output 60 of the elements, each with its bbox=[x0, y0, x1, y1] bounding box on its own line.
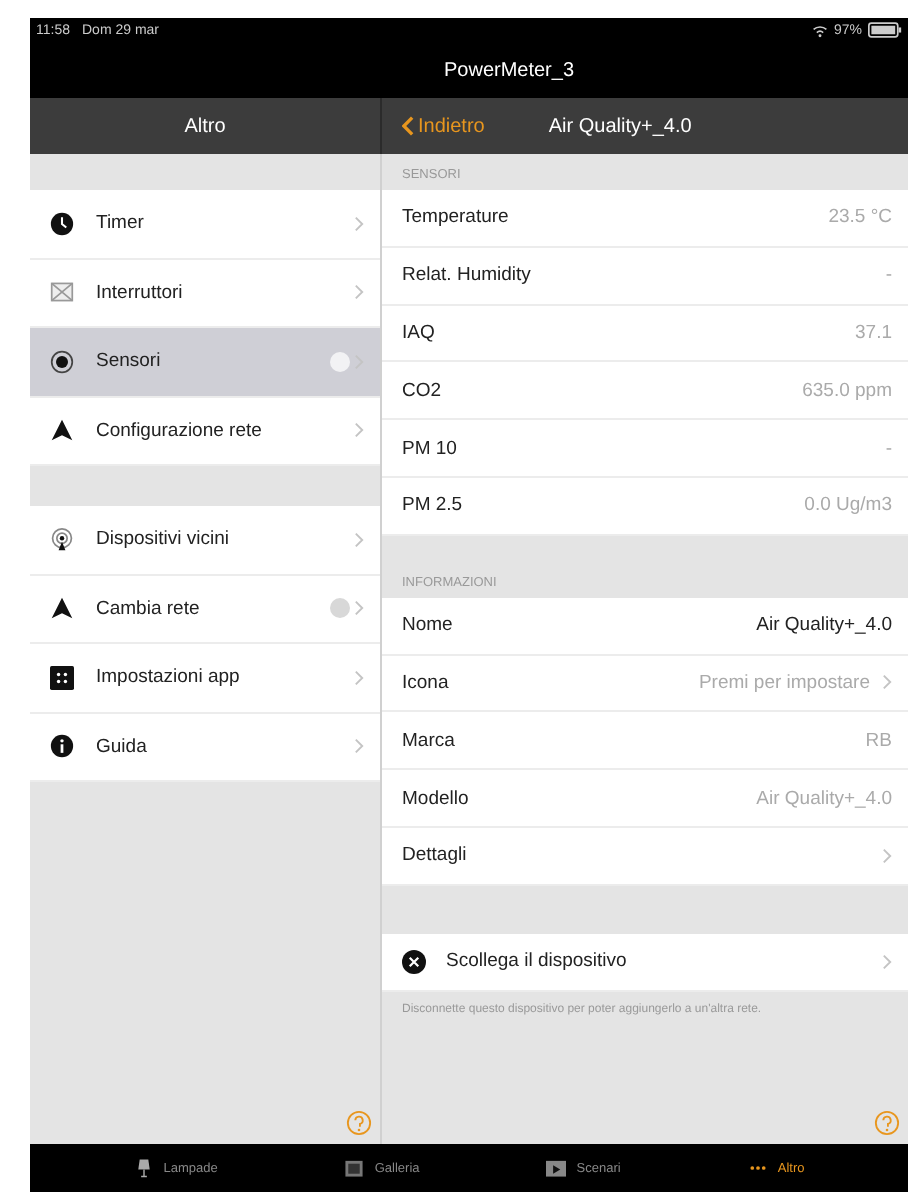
row-value: Premi per impostare bbox=[698, 671, 870, 694]
radar-icon bbox=[50, 349, 74, 374]
back-button[interactable]: Indietro bbox=[398, 111, 489, 141]
row-value: Air Quality+_4.0 bbox=[756, 787, 892, 810]
chevron-icon bbox=[354, 215, 364, 232]
clock-icon bbox=[50, 211, 74, 236]
menu-item[interactable]: Timer bbox=[30, 190, 380, 259]
chevron-icon bbox=[354, 669, 364, 686]
row-label: PM 10 bbox=[402, 437, 457, 460]
info-icon bbox=[50, 734, 74, 759]
arrow-icon bbox=[50, 418, 74, 443]
row-value: 23.5 °C bbox=[828, 206, 892, 229]
battery-icon bbox=[868, 22, 902, 38]
menu-item[interactable]: Impostazioni app bbox=[30, 644, 380, 713]
chevron-icon bbox=[354, 531, 364, 548]
chevron-icon bbox=[882, 953, 892, 970]
disconnect-row[interactable]: Scollega il dispositivo bbox=[382, 933, 908, 992]
chevron-icon bbox=[882, 847, 892, 864]
grid-icon bbox=[50, 665, 74, 690]
row-value: - bbox=[885, 437, 892, 460]
row-label: Nome bbox=[402, 614, 453, 637]
chevron-icon bbox=[354, 738, 364, 755]
row-value: 0.0 Ug/m3 bbox=[804, 494, 892, 517]
menu-item[interactable]: Configurazione rete bbox=[30, 397, 380, 466]
menu-item[interactable]: Cambia rete bbox=[30, 575, 380, 644]
chevron-icon bbox=[354, 422, 364, 439]
lamp-icon bbox=[133, 1158, 154, 1178]
row-label: Temperature bbox=[402, 206, 509, 229]
envelope-icon bbox=[50, 280, 74, 305]
row-label: Marca bbox=[402, 729, 455, 752]
row-value: 635.0 ppm bbox=[802, 379, 892, 402]
help-icon[interactable] bbox=[874, 1110, 900, 1136]
chevron-icon bbox=[882, 674, 892, 691]
row-value: RB bbox=[865, 729, 892, 752]
picture-icon bbox=[344, 1158, 365, 1178]
arrow-icon bbox=[50, 596, 74, 621]
row-label: Modello bbox=[402, 787, 469, 810]
menu-item[interactable]: Guida bbox=[30, 713, 380, 782]
menu-item[interactable]: Sensori bbox=[30, 328, 380, 397]
row-label: Dettagli bbox=[402, 844, 467, 867]
row-label: Icona bbox=[402, 671, 449, 694]
app-title: PowerMeter_3 bbox=[443, 59, 575, 81]
antenna-icon bbox=[50, 527, 74, 552]
nav-title: Altro bbox=[184, 115, 226, 137]
row-label: Relat. Humidity bbox=[402, 264, 531, 287]
row-label: CO2 bbox=[402, 379, 442, 402]
close-icon bbox=[402, 949, 426, 974]
menu-item[interactable]: Dispositivi vicini bbox=[30, 506, 380, 575]
play-icon bbox=[546, 1158, 567, 1178]
wifi-icon bbox=[811, 23, 828, 37]
row-value: - bbox=[885, 264, 892, 287]
row-label: IAQ bbox=[402, 321, 435, 344]
chevron-icon bbox=[354, 284, 364, 301]
row-value: Air Quality+_4.0 bbox=[756, 614, 892, 637]
chevron-icon bbox=[354, 600, 364, 617]
help-icon[interactable] bbox=[346, 1110, 372, 1136]
row-label: PM 2.5 bbox=[402, 494, 463, 517]
row-value: 37.1 bbox=[855, 321, 892, 344]
back-chevron-icon bbox=[402, 116, 414, 136]
nav-title: Air Quality+_4.0 bbox=[548, 115, 692, 137]
